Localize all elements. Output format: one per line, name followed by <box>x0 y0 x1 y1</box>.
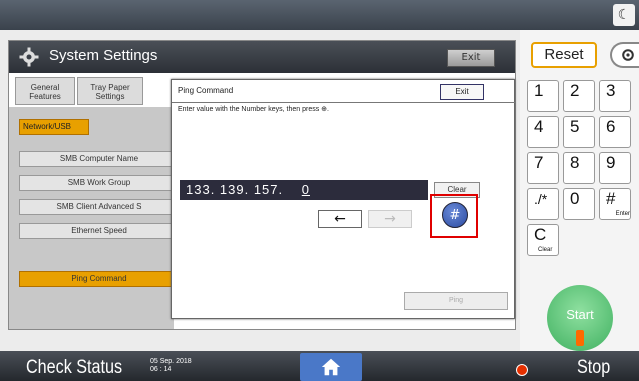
settings-list-area <box>9 107 174 329</box>
key-7[interactable]: 7 <box>527 152 559 184</box>
gear-icon <box>19 47 39 67</box>
menu-item-smb-work-group[interactable]: SMB Work Group <box>19 175 179 191</box>
category-network-usb[interactable]: Network/USB <box>19 119 89 135</box>
hash-key-highlight: # <box>430 194 478 238</box>
check-status-button[interactable]: Check Status <box>26 357 122 379</box>
hash-button[interactable]: # <box>442 202 468 228</box>
menu-item-smb-client-advanced[interactable]: SMB Client Advanced S <box>19 199 179 215</box>
dialog-instruction: Enter value with the Number keys, then p… <box>178 106 329 113</box>
settings-titlebar: System Settings Exit <box>9 41 515 73</box>
time-text: 06 : 14 <box>150 366 172 373</box>
key-8[interactable]: 8 <box>563 152 595 184</box>
back-arrow-button[interactable]: ← <box>318 210 362 228</box>
home-icon <box>321 358 341 376</box>
key-hash-enter[interactable]: # Enter <box>599 188 631 220</box>
page-title: System Settings <box>49 47 158 64</box>
dialog-exit-button[interactable]: Exit <box>440 84 484 100</box>
key-3[interactable]: 3 <box>599 80 631 112</box>
dialog-title: Ping Command <box>178 86 234 95</box>
settings-key[interactable] <box>610 42 639 68</box>
menu-item-ethernet-speed[interactable]: Ethernet Speed <box>19 223 179 239</box>
stop-button[interactable]: Stop <box>577 357 610 379</box>
ip-cursor-value: 0 <box>301 182 310 197</box>
key-dot-star[interactable]: ./* <box>527 188 559 220</box>
start-indicator-led <box>576 330 584 346</box>
system-settings-screen: System Settings Exit General Features Tr… <box>8 40 516 330</box>
ping-button[interactable]: Ping <box>404 292 508 310</box>
menu-item-ping-command[interactable]: Ping Command <box>19 271 179 287</box>
key-clear[interactable]: C Clear <box>527 224 559 256</box>
key-sub-label: Enter <box>615 211 630 217</box>
ip-value: 133. 139. 157. <box>186 182 284 197</box>
reset-button[interactable]: Reset <box>531 42 597 68</box>
dialog-divider <box>172 102 516 103</box>
key-4[interactable]: 4 <box>527 116 559 148</box>
home-button[interactable] <box>300 353 362 381</box>
date-text: 05 Sep. 2018 <box>150 358 192 365</box>
key-6[interactable]: 6 <box>599 116 631 148</box>
key-sub-label: Clear <box>538 247 553 253</box>
key-0[interactable]: 0 <box>563 188 595 220</box>
menu-item-smb-computer-name[interactable]: SMB Computer Name <box>19 151 179 167</box>
energy-saver-icon[interactable]: ☾ <box>613 4 635 26</box>
tab-tray-paper-settings[interactable]: Tray Paper Settings <box>77 77 143 105</box>
top-status-bar: ☾ <box>0 0 639 30</box>
ip-address-input[interactable]: 133. 139. 157. 0 <box>180 180 428 200</box>
key-9[interactable]: 9 <box>599 152 631 184</box>
gear-icon <box>622 49 634 61</box>
forward-arrow-button[interactable]: → <box>368 210 412 228</box>
key-2[interactable]: 2 <box>563 80 595 112</box>
ping-command-dialog: Ping Command Exit Enter value with the N… <box>171 79 516 319</box>
settings-exit-button[interactable]: Exit <box>447 49 495 67</box>
key-1[interactable]: 1 <box>527 80 559 112</box>
stop-icon <box>516 364 528 376</box>
key-5[interactable]: 5 <box>563 116 595 148</box>
tab-general-features[interactable]: General Features <box>15 77 75 105</box>
date-time-display: 05 Sep. 2018 06 : 14 <box>150 358 192 374</box>
